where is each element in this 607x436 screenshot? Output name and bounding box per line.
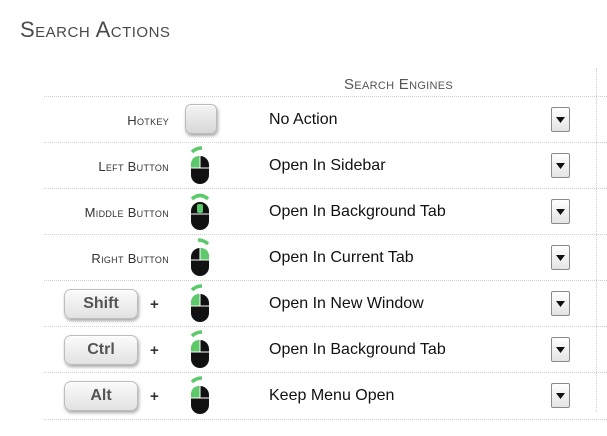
ctrl-key-button[interactable]: Ctrl (64, 335, 138, 365)
table-row-middle-button: Middle Button Open In Background Tab (44, 188, 607, 235)
row-label-right-button: Right Button (91, 250, 169, 266)
action-select-value: Open In Sidebar (269, 157, 386, 174)
dropdown-arrow-icon[interactable] (551, 199, 570, 224)
action-select-left-button[interactable]: Open In Sidebar (266, 143, 572, 189)
dropdown-arrow-icon[interactable] (551, 107, 570, 132)
row-label-middle-button: Middle Button (84, 204, 169, 220)
search-actions-panel: Search Engines Hotkey No Action Left But… (44, 68, 607, 420)
action-select-value: Open In Current Tab (269, 249, 414, 266)
table-row-right-button: Right Button Open In Current Tab (44, 234, 607, 281)
dropdown-arrow-icon[interactable] (551, 383, 570, 408)
dropdown-arrow-icon[interactable] (551, 153, 570, 178)
plus-sign: + (150, 295, 159, 313)
action-select-hotkey[interactable]: No Action (266, 97, 572, 143)
row-label-left-button: Left Button (98, 158, 169, 174)
table-row-left-button: Left Button Open In Sidebar (44, 142, 607, 189)
mouse-left-button-icon (182, 146, 218, 186)
action-select-value: Open In New Window (269, 295, 424, 312)
plus-sign: + (150, 387, 159, 405)
mouse-left-button-icon (182, 330, 218, 370)
action-select-value: No Action (269, 111, 338, 128)
action-select-value: Open In Background Tab (269, 341, 446, 358)
action-select-middle-button[interactable]: Open In Background Tab (266, 189, 572, 235)
hotkey-icon[interactable] (185, 104, 217, 134)
column-header-search-engines: Search Engines (344, 76, 454, 93)
mouse-left-button-icon (182, 284, 218, 324)
table-row-alt-left: Alt + Keep Menu Open (44, 372, 607, 420)
page-title: Search Actions (20, 17, 171, 42)
shift-key-button[interactable]: Shift (64, 289, 138, 319)
dropdown-arrow-icon[interactable] (551, 245, 570, 270)
mouse-right-button-icon (182, 238, 218, 278)
table-row-hotkey: Hotkey No Action (44, 96, 607, 143)
action-select-value: Open In Background Tab (269, 203, 446, 220)
mouse-middle-button-icon (182, 192, 218, 232)
alt-key-button[interactable]: Alt (64, 381, 138, 411)
action-select-shift-left[interactable]: Open In New Window (266, 281, 572, 327)
action-select-alt-left[interactable]: Keep Menu Open (266, 373, 572, 419)
action-select-value: Keep Menu Open (269, 387, 395, 404)
action-select-ctrl-left[interactable]: Open In Background Tab (266, 327, 572, 373)
table-row-ctrl-left: Ctrl + Open In Background Tab (44, 326, 607, 373)
dropdown-arrow-icon[interactable] (551, 291, 570, 316)
action-select-right-button[interactable]: Open In Current Tab (266, 235, 572, 281)
row-label-hotkey: Hotkey (127, 112, 169, 128)
mouse-left-button-icon (182, 376, 218, 416)
table-row-shift-left: Shift + Open In New Window (44, 280, 607, 327)
plus-sign: + (150, 341, 159, 359)
dropdown-arrow-icon[interactable] (551, 337, 570, 362)
